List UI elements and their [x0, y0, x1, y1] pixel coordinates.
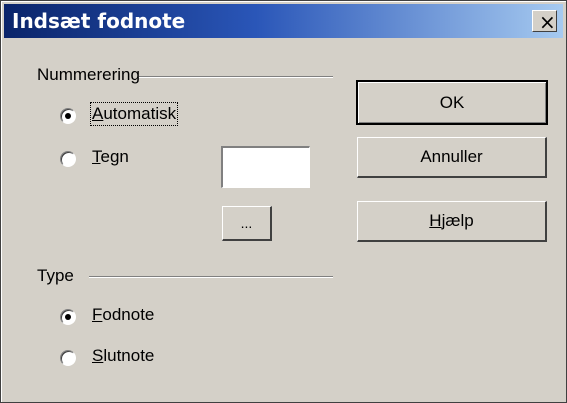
radio-automatic-label[interactable]: Automatisk	[89, 102, 179, 126]
type-heading: Type	[37, 266, 74, 285]
browse-character-button[interactable]: ...	[222, 206, 272, 241]
title-bar[interactable]: Indsæt fodnote ×	[4, 4, 563, 38]
type-divider	[89, 276, 333, 278]
radio-endnote[interactable]	[60, 350, 76, 366]
close-button[interactable]: ×	[532, 10, 557, 34]
radio-character[interactable]	[60, 151, 76, 167]
radio-footnote[interactable]	[60, 309, 76, 325]
close-icon: ×	[539, 10, 556, 34]
character-input[interactable]	[221, 146, 310, 188]
dialog-title: Indsæt fodnote	[12, 9, 186, 33]
radio-endnote-label[interactable]: Slutnote	[92, 346, 154, 366]
footnote-dialog: Indsæt fodnote × Nummerering Automatisk …	[0, 0, 567, 403]
cancel-button[interactable]: Annuller	[357, 137, 547, 178]
radio-automatic[interactable]	[60, 108, 76, 124]
radio-footnote-label[interactable]: Fodnote	[92, 305, 154, 325]
ok-button[interactable]: OK	[356, 80, 548, 125]
numbering-heading: Nummerering	[37, 65, 140, 84]
numbering-divider	[139, 76, 333, 78]
radio-character-label[interactable]: Tegn	[92, 147, 129, 167]
help-button[interactable]: Hjælp	[357, 201, 547, 242]
